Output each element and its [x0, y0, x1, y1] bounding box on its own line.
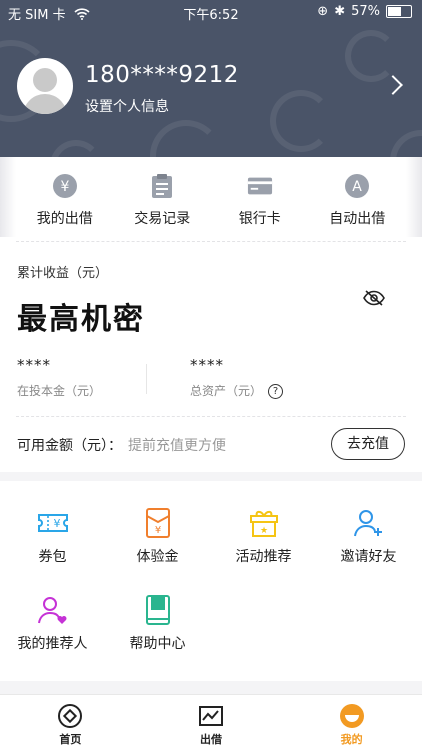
bluetooth-icon: ✱	[334, 4, 346, 19]
total-assets-label-row: 总资产（元）?	[190, 382, 284, 399]
menu-item-label: 我的推荐人	[17, 636, 88, 652]
eye-hidden-icon[interactable]	[362, 289, 386, 311]
header-decoration	[270, 90, 332, 152]
menu-item-trial-fund[interactable]: ¥ 体验金	[105, 506, 210, 566]
tab-me[interactable]: 我的	[281, 695, 422, 751]
quick-action-label: 自动出借	[329, 211, 386, 227]
header-decoration	[345, 30, 397, 82]
tab-label: 首页	[59, 733, 82, 746]
referrer-icon	[36, 593, 70, 627]
menu-item-label: 邀请好友	[340, 549, 397, 565]
tab-label: 出借	[200, 733, 222, 746]
menu-item-coupons[interactable]: ¥ 券包	[0, 506, 105, 566]
menu-item-label: 券包	[38, 549, 67, 565]
clipboard-icon	[149, 173, 175, 199]
divider	[16, 416, 406, 417]
menu-item-label: 活动推荐	[235, 549, 292, 565]
help-book-icon	[141, 593, 175, 627]
menu-item-invite-friends[interactable]: 邀请好友	[316, 506, 421, 566]
available-balance-row: 可用金额（元）： 提前充值更方便	[17, 435, 226, 455]
question-icon[interactable]: ?	[268, 384, 284, 399]
principal-label: 在投本金（元）	[17, 384, 102, 398]
home-icon	[57, 703, 83, 729]
menu-item-label: 帮助中心	[129, 636, 186, 652]
tab-lending[interactable]: 出借	[141, 695, 282, 751]
total-assets-value: ****	[190, 356, 224, 374]
yen-circle-icon: ¥	[52, 173, 78, 199]
status-bar: 无 SIM 卡 下午6:52 ⊕ ✱ 57%	[0, 0, 422, 24]
service-menu: ¥ 券包 ¥ 体验金 ★ 活动推荐 邀请好友 我的推荐人 帮助中心	[0, 481, 422, 681]
me-icon	[339, 703, 365, 729]
coupon-icon: ¥	[36, 506, 70, 540]
avatar[interactable]	[17, 58, 73, 114]
tab-home[interactable]: 首页	[0, 695, 141, 751]
cumulative-earnings-value: 最高机密	[17, 302, 145, 337]
quick-actions: ¥ 我的出借 交易记录 银行卡 A 自动出借	[16, 157, 406, 241]
bank-card-icon	[247, 173, 273, 199]
battery-icon	[386, 5, 412, 18]
tab-label: 我的	[340, 733, 363, 746]
quick-action-auto-lending[interactable]: A 自动出借	[309, 157, 407, 241]
principal-value: ****	[17, 356, 51, 374]
set-personal-info-link[interactable]: 设置个人信息	[85, 96, 169, 116]
menu-item-label: 体验金	[136, 549, 179, 565]
svg-text:A: A	[352, 179, 362, 195]
chevron-right-icon[interactable]	[383, 75, 403, 95]
available-balance-label: 可用金额（元）：	[17, 438, 122, 454]
quick-action-label: 我的出借	[36, 211, 93, 227]
user-phone: 180****9212	[85, 62, 239, 88]
battery-percent: 57%	[351, 4, 380, 19]
svg-text:¥: ¥	[53, 517, 60, 530]
quick-action-label: 交易记录	[134, 211, 191, 227]
auto-a-icon: A	[344, 173, 370, 199]
add-user-icon	[352, 506, 386, 540]
svg-text:★: ★	[259, 526, 267, 536]
menu-item-my-referrer[interactable]: 我的推荐人	[0, 593, 105, 653]
red-envelope-icon: ¥	[141, 506, 175, 540]
quick-action-label: 银行卡	[238, 211, 281, 227]
vertical-divider	[146, 364, 147, 394]
svg-text:¥: ¥	[60, 179, 69, 195]
quick-action-my-lending[interactable]: ¥ 我的出借	[16, 157, 114, 241]
quick-action-bank-card[interactable]: 银行卡	[211, 157, 309, 241]
recharge-hint: 提前充值更方便	[128, 438, 226, 454]
svg-text:¥: ¥	[154, 525, 160, 536]
menu-item-promotions[interactable]: ★ 活动推荐	[211, 506, 316, 566]
gift-icon: ★	[247, 506, 281, 540]
account-card: ¥ 我的出借 交易记录 银行卡 A 自动出借 累计收益（元） 最高机密 ****	[0, 157, 422, 472]
cumulative-earnings-label: 累计收益（元）	[17, 266, 109, 281]
total-assets-label: 总资产（元）	[190, 384, 263, 398]
menu-item-help-center[interactable]: 帮助中心	[105, 593, 210, 653]
chart-icon	[198, 703, 224, 729]
quick-action-transactions[interactable]: 交易记录	[114, 157, 212, 241]
recharge-button[interactable]: 去充值	[331, 428, 405, 460]
rotation-lock-icon: ⊕	[317, 4, 329, 19]
divider	[16, 241, 406, 242]
bottom-tab-bar: 首页 出借 我的	[0, 694, 422, 751]
